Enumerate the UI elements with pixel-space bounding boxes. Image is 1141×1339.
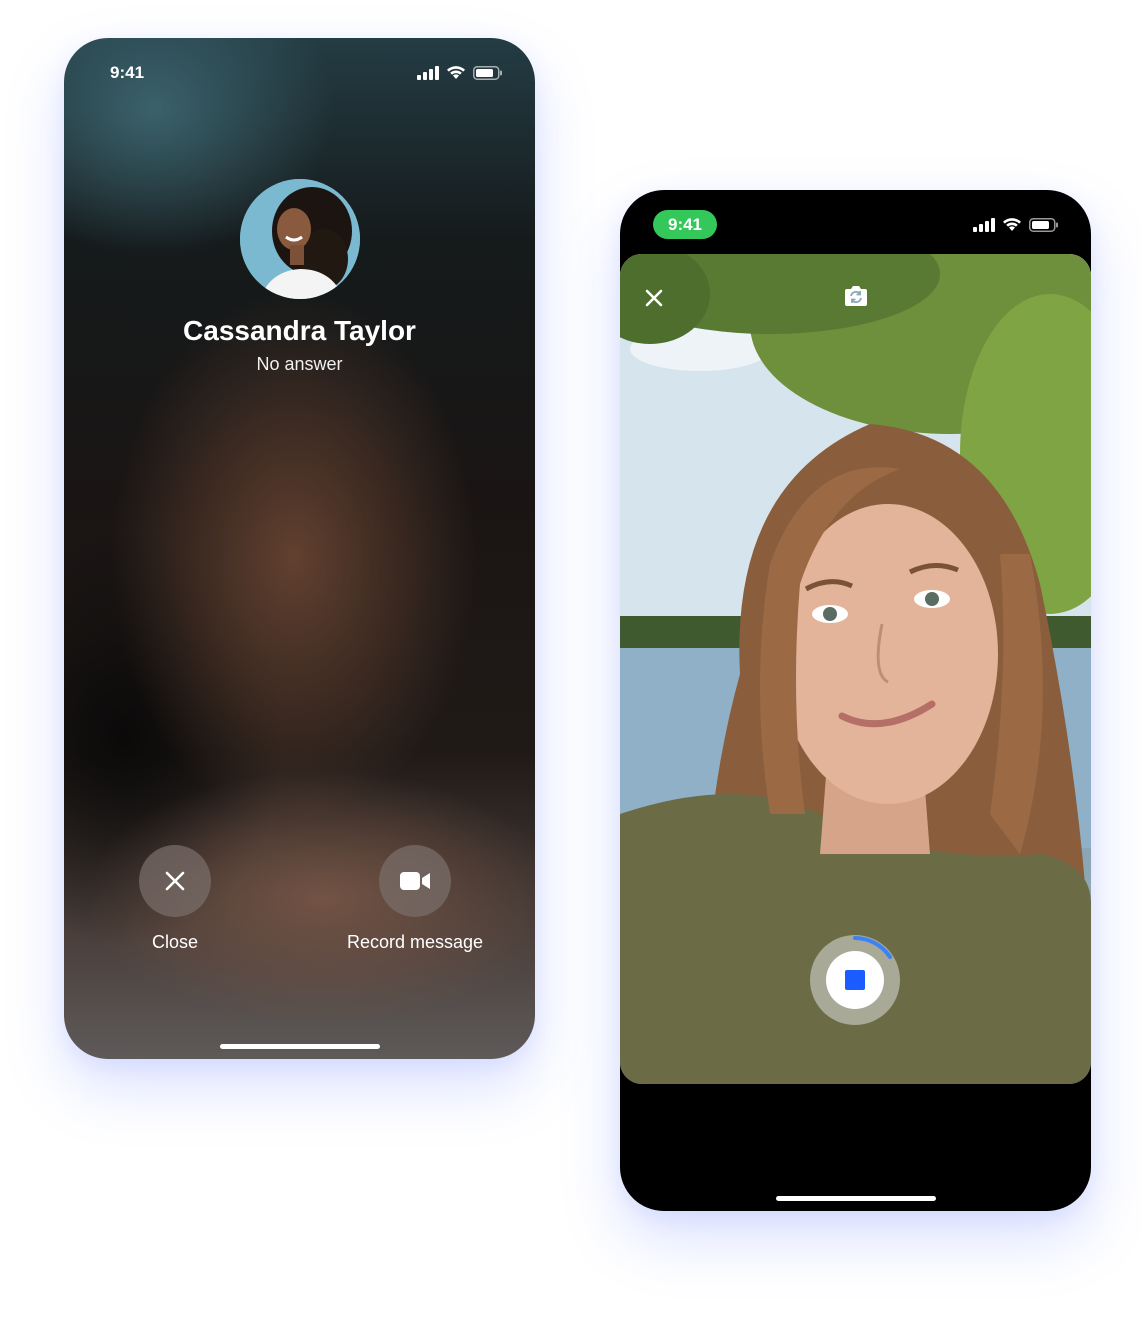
camera-preview: [620, 254, 1091, 1084]
caller-avatar: [240, 179, 360, 299]
camera-switch-icon[interactable]: [842, 284, 870, 308]
record-stop-button[interactable]: [810, 935, 900, 1025]
showcase-stage: 9:41 Cassandra Taylor No answer Close Re…: [0, 0, 1141, 1339]
close-button[interactable]: [139, 845, 211, 917]
status-icons: [973, 217, 1059, 232]
status-time-pill: 9:41: [653, 210, 717, 239]
battery-icon: [1029, 217, 1059, 232]
stop-icon: [845, 970, 865, 990]
recording-screen-phone: 9:41: [620, 190, 1091, 1211]
call-screen-phone: 9:41 Cassandra Taylor No answer Close Re…: [64, 38, 535, 1059]
record-message-label: Record message: [346, 932, 484, 952]
call-status: No answer: [256, 354, 343, 374]
video-camera-icon: [399, 870, 431, 892]
status-time: 9:41: [110, 63, 145, 82]
signal-icon: [973, 217, 995, 232]
home-indicator: [776, 1196, 936, 1201]
home-indicator: [220, 1044, 380, 1049]
wifi-icon: [446, 65, 466, 80]
close-label: Close: [151, 932, 199, 952]
wifi-icon: [1002, 217, 1022, 232]
close-icon[interactable]: [642, 286, 666, 310]
record-inner: [826, 951, 884, 1009]
status-bar: 9:41: [620, 190, 1091, 250]
close-icon: [164, 870, 186, 892]
status-bar: 9:41: [64, 38, 535, 98]
battery-icon: [473, 65, 503, 80]
signal-icon: [417, 65, 439, 80]
status-icons: [417, 65, 503, 80]
caller-name: Cassandra Taylor: [183, 315, 416, 346]
record-message-button[interactable]: [379, 845, 451, 917]
